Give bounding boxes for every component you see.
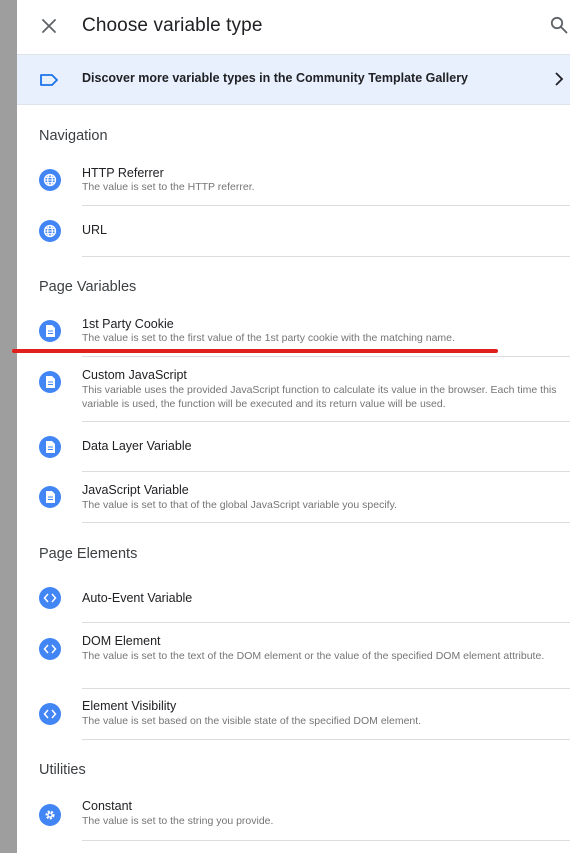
item-description: The value is set to the first value of t… (82, 332, 455, 344)
list-item-custom-javascript[interactable]: Custom JavaScript This variable uses the… (17, 358, 570, 422)
item-title: Constant (82, 799, 133, 813)
divider (82, 840, 570, 841)
gear-icon (39, 804, 61, 826)
item-title: Element Visibility (82, 699, 177, 713)
page-title: Choose variable type (82, 15, 263, 36)
item-title: Data Layer Variable (82, 439, 192, 453)
list-item-data-layer-variable[interactable]: Data Layer Variable (17, 423, 570, 471)
document-icon (39, 371, 61, 393)
item-description: The value is set to that of the global J… (82, 499, 397, 511)
item-title: DOM Element (82, 634, 161, 648)
chevron-right-icon (553, 71, 565, 92)
section-heading-page-variables: Page Variables (39, 279, 137, 295)
section-heading-navigation: Navigation (39, 128, 108, 144)
code-icon (39, 638, 61, 660)
divider (82, 471, 570, 472)
divider (82, 356, 570, 357)
item-title: Custom JavaScript (82, 368, 187, 382)
divider (82, 688, 570, 689)
item-title: JavaScript Variable (82, 483, 189, 497)
item-title: HTTP Referrer (82, 166, 164, 180)
divider (82, 522, 570, 523)
item-description: The value is set based on the visible st… (82, 715, 422, 727)
divider (82, 739, 570, 740)
panel-header: Choose variable type (17, 0, 570, 54)
search-icon[interactable] (550, 16, 568, 34)
item-description: This variable uses the provided JavaScri… (82, 384, 557, 410)
item-title: URL (82, 223, 108, 237)
divider (82, 256, 570, 257)
item-description: The value is set to the text of the DOM … (82, 650, 545, 662)
document-icon (39, 436, 61, 458)
list-item-element-visibility[interactable]: Element Visibility The value is set base… (17, 690, 570, 739)
code-icon (39, 703, 61, 725)
banner-text: Discover more variable types in the Comm… (82, 71, 469, 85)
label-tag-icon (39, 73, 59, 92)
item-description: The value is set to the string you provi… (82, 815, 274, 827)
community-gallery-banner[interactable]: Discover more variable types in the Comm… (17, 54, 570, 105)
list-item-http-referrer[interactable]: HTTP Referrer The value is set to the HT… (17, 160, 570, 206)
annotation-red-underline (12, 349, 498, 353)
list-item-javascript-variable[interactable]: JavaScript Variable The value is set to … (17, 473, 570, 523)
code-icon (39, 587, 61, 609)
list-item-dom-element[interactable]: DOM Element The value is set to the text… (17, 624, 570, 688)
globe-icon (39, 169, 61, 191)
item-title: 1st Party Cookie (82, 317, 174, 331)
globe-icon (39, 220, 61, 242)
background-overlay (0, 0, 17, 853)
variable-type-panel: Choose variable type Discover more varia… (17, 0, 570, 853)
list-item-auto-event-variable[interactable]: Auto-Event Variable (17, 575, 570, 622)
document-icon (39, 320, 61, 342)
item-description: The value is set to the HTTP referrer. (82, 181, 255, 193)
item-title: Auto-Event Variable (82, 591, 193, 605)
section-heading-page-elements: Page Elements (39, 546, 138, 562)
list-item-url[interactable]: URL (17, 207, 570, 257)
list-item-constant[interactable]: Constant The value is set to the string … (17, 793, 570, 840)
divider (82, 622, 570, 623)
divider (82, 421, 570, 422)
divider (82, 205, 570, 206)
document-icon (39, 486, 61, 508)
section-heading-utilities: Utilities (39, 762, 86, 778)
close-icon[interactable] (39, 16, 59, 36)
